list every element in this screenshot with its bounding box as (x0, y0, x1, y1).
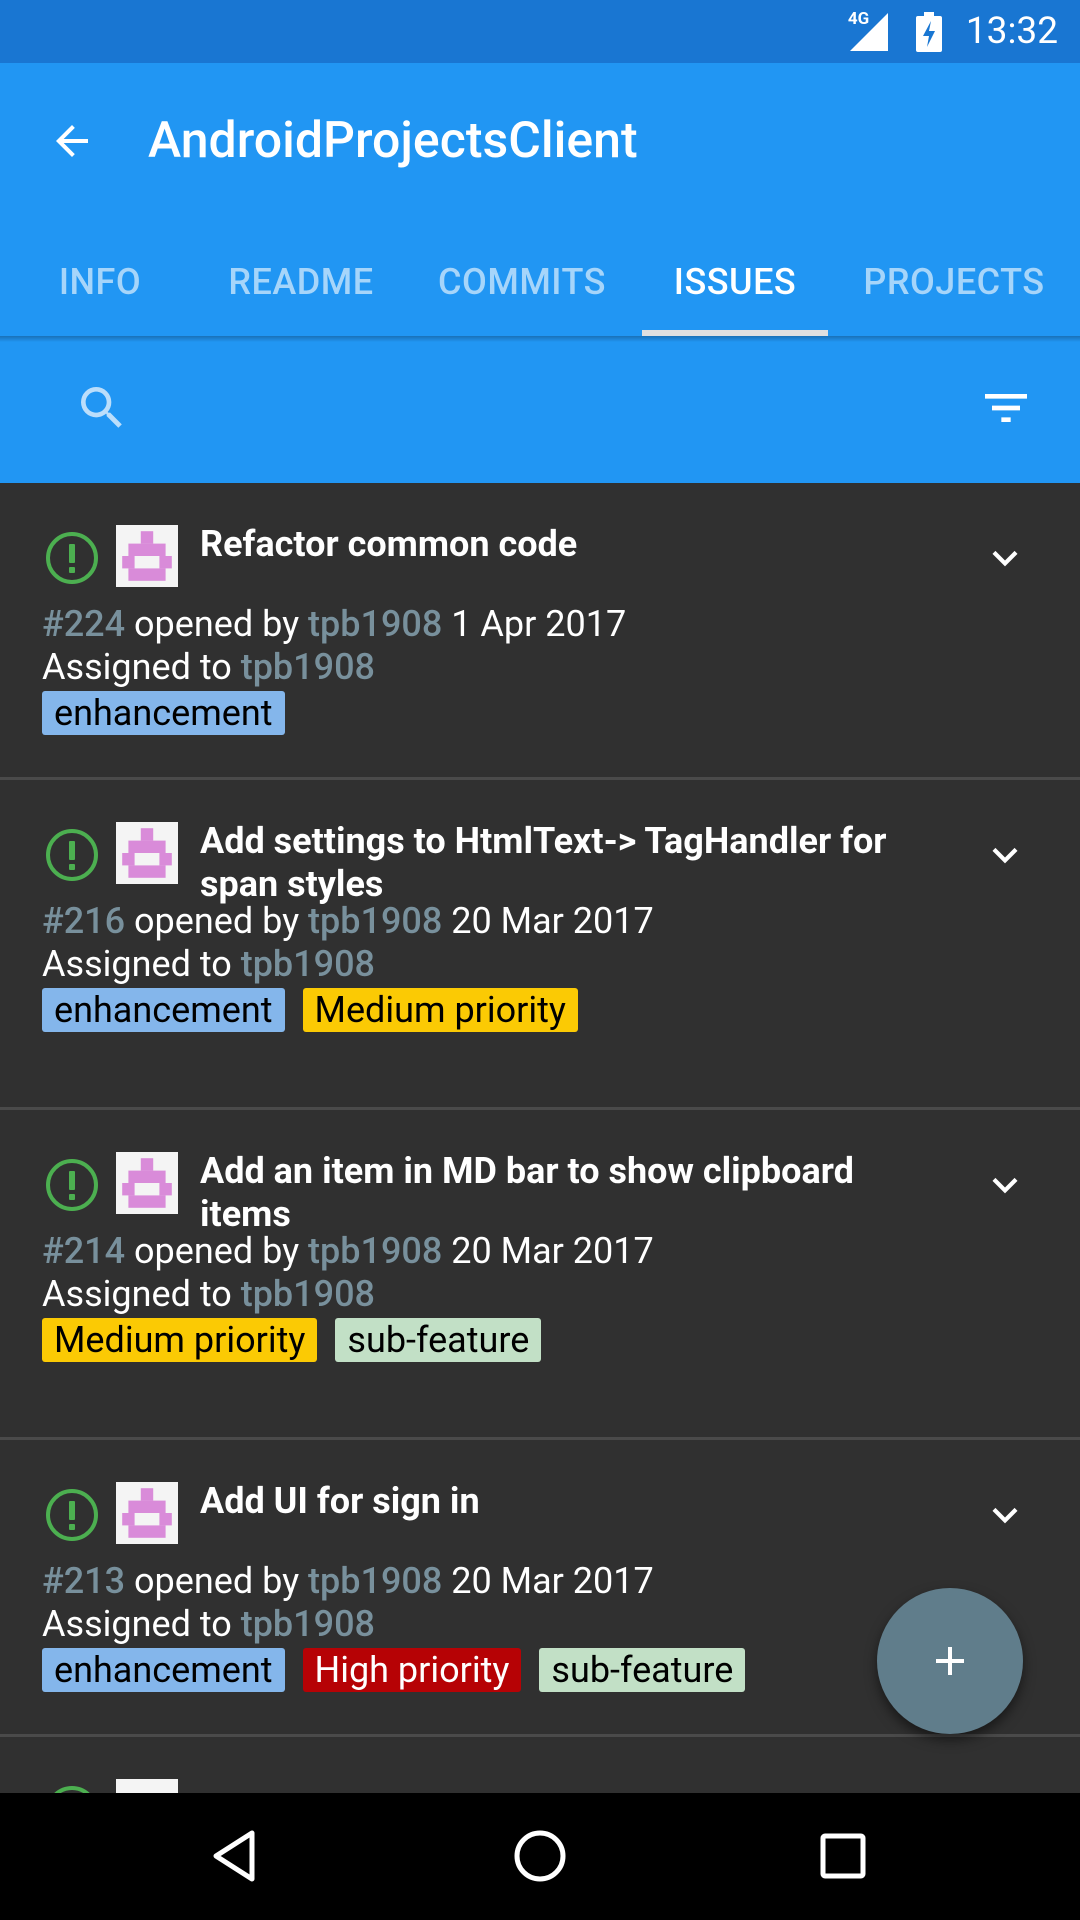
assignee-link[interactable]: tpb1908 (241, 1273, 375, 1315)
assignee-link[interactable]: tpb1908 (241, 943, 375, 985)
divider (0, 336, 1080, 342)
issue-assignee-line: Assigned to tpb1908 (42, 1603, 375, 1645)
label-list: enhancement (42, 691, 303, 735)
system-nav-bar (0, 1793, 1080, 1920)
issue-date: 20 Mar 2017 (442, 900, 654, 942)
author-link[interactable]: tpb1908 (308, 900, 442, 942)
author-link[interactable]: tpb1908 (308, 1560, 442, 1602)
issue-number[interactable]: #214 (42, 1230, 125, 1272)
nav-recents-icon[interactable] (810, 1823, 876, 1889)
tab-projects[interactable]: PROJECTS (828, 227, 1080, 336)
label-sub-feature: sub-feature (335, 1318, 542, 1362)
list-item[interactable]: Add settings to HtmlText-> TagHandler fo… (0, 780, 1080, 1110)
label-sub-feature: sub-feature (539, 1648, 746, 1692)
search-filter-bar (0, 336, 1080, 483)
issue-opened-icon (44, 827, 100, 883)
avatar[interactable] (116, 1482, 178, 1544)
issue-title[interactable]: Refactor common code (200, 523, 940, 566)
nav-back-icon[interactable] (202, 1823, 268, 1889)
battery-charging-icon (915, 11, 942, 52)
label-enhancement: enhancement (42, 1648, 285, 1692)
status-bar: 4G 13:32 (0, 0, 1080, 63)
issue-opened-icon (44, 530, 100, 586)
label-list: Medium priority sub-feature (42, 1318, 559, 1362)
issue-date: 1 Apr 2017 (442, 603, 627, 645)
issue-opened-line: #224 opened by tpb1908 1 Apr 2017 (42, 603, 627, 645)
chevron-down-icon[interactable] (980, 1490, 1030, 1540)
issue-title[interactable]: Add an item in MD bar to show clipboard … (200, 1150, 940, 1236)
label-enhancement: enhancement (42, 691, 285, 735)
label-high-priority: High priority (302, 1648, 522, 1692)
issue-opened-line: #213 opened by tpb1908 20 Mar 2017 (42, 1560, 654, 1602)
label-medium-priority: Medium priority (42, 1318, 318, 1362)
tab-info[interactable]: INFO (0, 227, 200, 336)
arrow-back-icon[interactable] (44, 113, 100, 169)
clock: 13:32 (965, 10, 1058, 53)
tab-commits[interactable]: COMMITS (402, 227, 642, 336)
page-title: AndroidProjectsClient (148, 112, 638, 170)
signal-icon: 4G (847, 8, 890, 53)
issue-date: 20 Mar 2017 (442, 1230, 654, 1272)
issue-assignee-line: Assigned to tpb1908 (42, 646, 375, 688)
issue-opened-icon (44, 1487, 100, 1543)
assignee-link[interactable]: tpb1908 (241, 1603, 375, 1645)
filter-list-icon[interactable] (978, 380, 1034, 436)
issue-opened-line: #214 opened by tpb1908 20 Mar 2017 (42, 1230, 654, 1272)
label-enhancement: enhancement (42, 988, 285, 1032)
issue-title[interactable]: Add settings to HtmlText-> TagHandler fo… (200, 820, 940, 906)
author-link[interactable]: tpb1908 (308, 603, 442, 645)
issue-number[interactable]: #216 (42, 900, 125, 942)
issue-assignee-line: Assigned to tpb1908 (42, 1273, 375, 1315)
add-issue-button[interactable] (877, 1588, 1023, 1734)
avatar[interactable] (116, 525, 178, 587)
issue-opened-icon (44, 1157, 100, 1213)
issue-opened-line: #216 opened by tpb1908 20 Mar 2017 (42, 900, 654, 942)
tab-readme[interactable]: README (200, 227, 402, 336)
tab-bar: INFO README COMMITS ISSUES PROJECTS (0, 227, 1080, 336)
issue-assignee-line: Assigned to tpb1908 (42, 943, 375, 985)
author-link[interactable]: tpb1908 (308, 1230, 442, 1272)
nav-home-icon[interactable] (507, 1823, 573, 1889)
assignee-link[interactable]: tpb1908 (241, 646, 375, 688)
avatar[interactable] (116, 1779, 178, 1793)
label-list: enhancement High priority sub-feature (42, 1648, 763, 1692)
issue-date: 20 Mar 2017 (442, 1560, 654, 1602)
avatar[interactable] (116, 822, 178, 884)
list-item[interactable] (0, 1737, 1080, 1793)
chevron-down-icon[interactable] (980, 533, 1030, 583)
avatar[interactable] (116, 1152, 178, 1214)
app-bar: AndroidProjectsClient INFO README COMMIT… (0, 63, 1080, 336)
label-medium-priority: Medium priority (302, 988, 578, 1032)
issue-opened-icon (44, 1784, 100, 1793)
issue-number[interactable]: #213 (42, 1560, 125, 1602)
search-icon[interactable] (74, 380, 130, 436)
tab-issues[interactable]: ISSUES (642, 227, 828, 336)
issue-title[interactable]: Add UI for sign in (200, 1480, 940, 1523)
list-item[interactable]: Refactor common code #224 opened by tpb1… (0, 483, 1080, 780)
chevron-down-icon[interactable] (980, 1160, 1030, 1210)
add-icon (936, 1647, 964, 1675)
list-item[interactable]: Add an item in MD bar to show clipboard … (0, 1110, 1080, 1440)
network-type: 4G (847, 8, 870, 29)
chevron-down-icon[interactable] (980, 830, 1030, 880)
label-list: enhancement Medium priority (42, 988, 596, 1032)
issue-number[interactable]: #224 (42, 603, 125, 645)
